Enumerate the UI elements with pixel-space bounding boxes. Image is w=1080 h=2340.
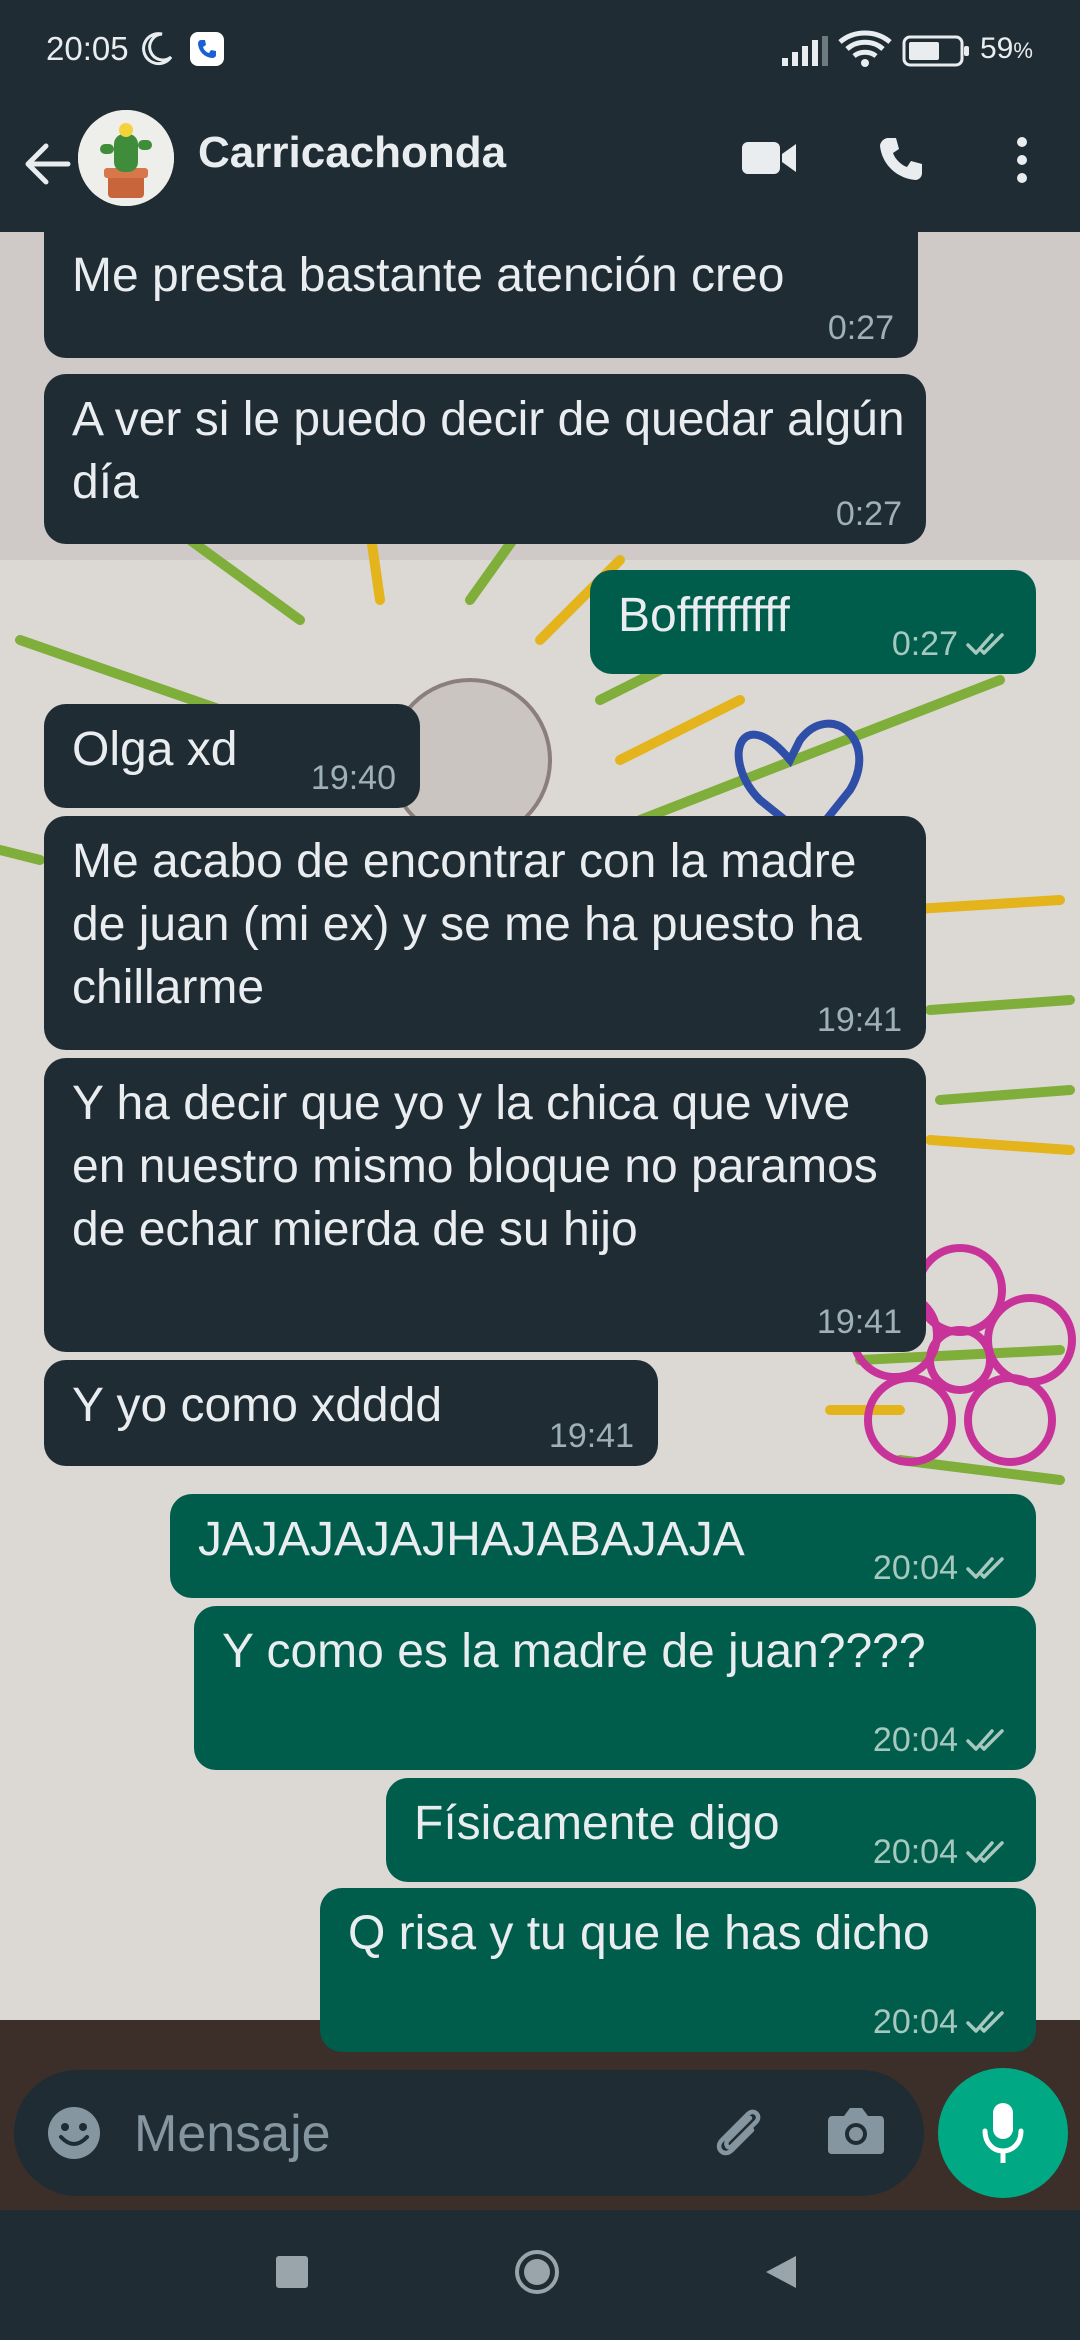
emoji-icon[interactable]	[44, 2103, 104, 2163]
message-meta: 20:04	[873, 2002, 1012, 2042]
contact-name[interactable]: Carricachonda	[198, 128, 506, 178]
message-text: JAJAJAJAJHAJABAJAJA	[198, 1513, 745, 1566]
message-composer	[14, 2070, 924, 2196]
message-time: 20:04	[872, 2003, 958, 2041]
read-ticks-icon	[966, 633, 1004, 655]
message-text: Q risa y tu que le has dicho	[348, 1907, 930, 1960]
avatar[interactable]	[78, 110, 174, 206]
mic-icon	[982, 2103, 1024, 2163]
signal-icon	[782, 36, 828, 66]
message-text: Bofffffffff	[618, 589, 790, 642]
message-input[interactable]	[132, 2096, 696, 2172]
message-text: Físicamente digo	[414, 1797, 780, 1850]
cactus-avatar-icon	[78, 110, 174, 206]
message-text: Y yo como xdddd	[72, 1379, 443, 1432]
message-time: 19:41	[548, 1417, 634, 1455]
message-time: 20:04	[872, 1549, 958, 1587]
more-options-icon[interactable]	[1002, 130, 1042, 190]
system-navigation-bar	[0, 2210, 1080, 2340]
recent-apps-button[interactable]	[276, 2256, 308, 2288]
message-text: Olga xd	[72, 723, 238, 776]
nav-back-button[interactable]	[760, 2252, 800, 2292]
message-bubble-incoming[interactable]: Me presta bastante atención creo 0:27	[44, 232, 918, 358]
message-time: 19:41	[816, 1303, 902, 1341]
message-text: Y como es la madre de juan????	[222, 1625, 926, 1678]
message-bubble-incoming[interactable]: Y yo como xdddd 19:41	[44, 1360, 658, 1466]
battery-percent: 59%	[980, 32, 1033, 65]
message-meta: 20:04	[873, 1548, 1012, 1588]
voice-message-button[interactable]	[938, 2068, 1068, 2198]
wifi-icon	[838, 30, 892, 67]
message-meta: 20:04	[873, 1720, 1012, 1760]
read-ticks-icon	[966, 2011, 1004, 2033]
message-meta: 19:41	[817, 1000, 902, 1040]
message-time: 0:27	[835, 495, 902, 533]
message-time: 19:40	[310, 759, 396, 797]
message-bubble-incoming[interactable]: Me acabo de encontrar con la madre de ju…	[44, 816, 926, 1050]
status-time: 20:05	[46, 30, 129, 67]
home-button[interactable]	[513, 2248, 561, 2296]
message-bubble-outgoing[interactable]: Y como es la madre de juan???? 20:04	[194, 1606, 1036, 1770]
message-text: Me acabo de encontrar con la madre de ju…	[72, 835, 862, 1014]
video-call-icon[interactable]	[740, 138, 800, 178]
back-arrow-icon[interactable]	[18, 134, 78, 194]
attach-icon[interactable]	[706, 2100, 770, 2164]
battery-icon	[902, 35, 969, 67]
read-ticks-icon	[966, 1729, 1004, 1751]
camera-icon[interactable]	[826, 2102, 886, 2158]
message-meta: 0:27	[892, 624, 1012, 664]
message-time: 20:04	[872, 1833, 958, 1871]
message-bubble-outgoing[interactable]: Bofffffffff 0:27	[590, 570, 1036, 674]
message-bubble-outgoing[interactable]: JAJAJAJAJHAJABAJAJA 20:04	[170, 1494, 1036, 1598]
message-meta: 0:27	[836, 494, 902, 534]
read-ticks-icon	[966, 1557, 1004, 1579]
message-time: 0:27	[891, 625, 958, 663]
message-time: 19:41	[816, 1001, 902, 1039]
message-bubble-outgoing[interactable]: Físicamente digo 20:04	[386, 1778, 1036, 1882]
message-bubble-incoming[interactable]: Y ha decir que yo y la chica que vive en…	[44, 1058, 926, 1352]
message-list[interactable]: Me presta bastante atención creo 0:27 A …	[0, 232, 1080, 2062]
message-time: 0:27	[827, 309, 894, 347]
message-time: 20:04	[872, 1721, 958, 1759]
chat-header: Carricachonda	[0, 100, 1080, 232]
voice-call-icon[interactable]	[876, 134, 928, 186]
message-text: A ver si le puedo decir de quedar algún …	[72, 393, 905, 509]
message-bubble-incoming[interactable]: A ver si le puedo decir de quedar algún …	[44, 374, 926, 544]
status-bar: 20:05 59%	[0, 0, 1080, 100]
message-meta: 19:41	[549, 1416, 634, 1456]
whatsapp-call-icon	[190, 32, 224, 66]
message-meta: 0:27	[828, 308, 894, 348]
message-text: Me presta bastante atención creo	[72, 249, 785, 302]
message-meta: 20:04	[873, 1832, 1012, 1872]
read-ticks-icon	[966, 1841, 1004, 1863]
message-bubble-outgoing[interactable]: Q risa y tu que le has dicho 20:04	[320, 1888, 1036, 2052]
message-meta: 19:40	[311, 758, 396, 798]
message-bubble-incoming[interactable]: Olga xd 19:40	[44, 704, 420, 808]
message-meta: 19:41	[817, 1302, 902, 1342]
message-text: Y ha decir que yo y la chica que vive en…	[72, 1077, 878, 1256]
moon-icon	[142, 32, 173, 66]
